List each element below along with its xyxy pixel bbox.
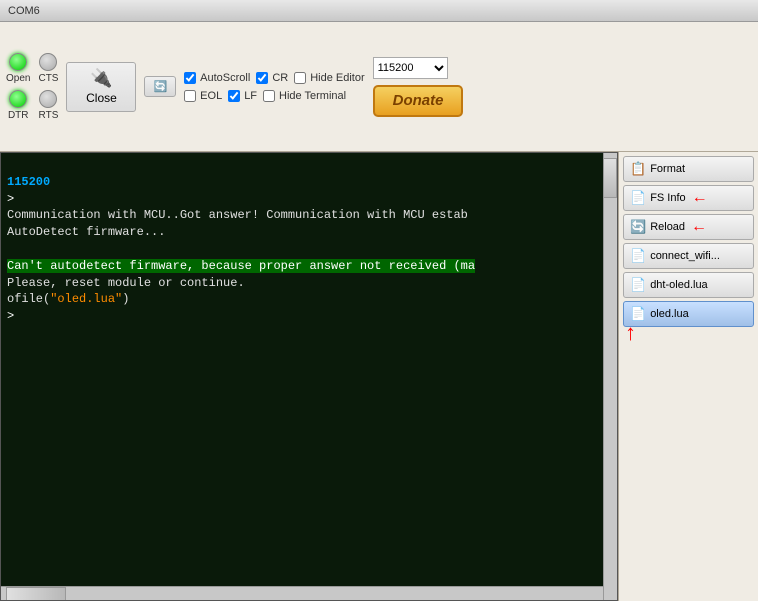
autoscroll-label: AutoScroll (200, 72, 250, 84)
rts-button[interactable]: RTS (38, 90, 58, 121)
cts-label: CTS (38, 73, 58, 84)
terminal-hscrollbar[interactable] (1, 586, 603, 600)
checkbox-row-2: EOL LF Hide Terminal (184, 90, 364, 102)
title-bar: COM6 (0, 0, 758, 22)
autoscroll-checkbox[interactable] (184, 72, 196, 84)
dht-oled-icon: 📄 (630, 277, 646, 293)
connect-wifi-icon: 📄 (630, 248, 646, 264)
hide-terminal-check-row: Hide Terminal (263, 90, 346, 102)
open-button[interactable]: Open (6, 53, 30, 84)
cr-checkbox[interactable] (256, 72, 268, 84)
reload-arrow: ← (691, 218, 707, 236)
close-icon: 🔌 (90, 68, 112, 89)
rts-led (39, 90, 57, 108)
close-button[interactable]: 🔌 Close (66, 62, 136, 112)
hide-terminal-label: Hide Terminal (279, 90, 346, 102)
led-col-2: CTS RTS (38, 53, 58, 121)
hide-terminal-checkbox[interactable] (263, 90, 275, 102)
open-led (9, 53, 27, 71)
hide-editor-checkbox[interactable] (294, 72, 306, 84)
eol-label: EOL (200, 90, 222, 102)
reload-label: Reload (650, 221, 685, 233)
format-label: Format (650, 163, 685, 175)
right-panel: 📋 Format 📄 FS Info ← 🔄 Reload ← 📄 connec… (618, 152, 758, 601)
toolbar: Open DTR CTS RTS 🔌 Close 🔄 AutoScroll (0, 22, 758, 152)
cts-button[interactable]: CTS (38, 53, 58, 84)
autoscroll-check-row: AutoScroll (184, 72, 250, 84)
lf-check-row: LF (228, 90, 257, 102)
open-label: Open (6, 73, 30, 84)
fs-info-button[interactable]: 📄 FS Info ← (623, 185, 754, 211)
dtr-led (9, 90, 27, 108)
oled-lua-arrow: ↑ (625, 320, 636, 346)
fs-info-arrow: ← (692, 189, 708, 207)
connect-wifi-button[interactable]: 📄 connect_wifi... (623, 243, 754, 269)
cts-led (39, 53, 57, 71)
lf-checkbox[interactable] (228, 90, 240, 102)
format-button[interactable]: 📋 Format (623, 156, 754, 182)
eol-check-row: EOL (184, 90, 222, 102)
reload-icon: 🔄 (153, 80, 167, 93)
baud-select[interactable]: 115200 9600 57600 (373, 57, 448, 79)
cr-label: CR (272, 72, 288, 84)
fs-info-icon: 📄 (630, 190, 646, 206)
close-label: Close (86, 91, 117, 105)
rts-label: RTS (39, 110, 59, 121)
baud-donate-col: 115200 9600 57600 Donate (373, 57, 464, 117)
dht-oled-button[interactable]: 📄 dht-oled.lua (623, 272, 754, 298)
title-bar-text: COM6 (8, 5, 40, 17)
dht-oled-label: dht-oled.lua (650, 279, 708, 291)
donate-button[interactable]: Donate (373, 85, 464, 117)
oled-lua-button[interactable]: 📄 oled.lua (623, 301, 754, 327)
hide-editor-label: Hide Editor (310, 72, 364, 84)
checkbox-col: AutoScroll CR Hide Editor EOL LF Hi (184, 72, 364, 102)
terminal-scrollbar[interactable] (603, 153, 617, 600)
led-col-1: Open DTR (6, 53, 30, 121)
reload-icon: 🔄 (630, 219, 646, 235)
main-content: 115200 > Communication with MCU..Got ans… (0, 152, 758, 601)
cr-check-row: CR (256, 72, 288, 84)
eol-checkbox[interactable] (184, 90, 196, 102)
terminal-text: 115200 > Communication with MCU..Got ans… (1, 153, 617, 346)
dtr-label: DTR (8, 110, 29, 121)
reload-small-button[interactable]: 🔄 (144, 76, 176, 97)
terminal-scrollbar-thumb[interactable] (603, 158, 617, 198)
connect-wifi-label: connect_wifi... (650, 250, 720, 262)
terminal-area[interactable]: 115200 > Communication with MCU..Got ans… (0, 152, 618, 601)
reload-button[interactable]: 🔄 Reload ← (623, 214, 754, 240)
oled-lua-label: oled.lua (650, 308, 689, 320)
hide-editor-check-row: Hide Editor (294, 72, 364, 84)
lf-label: LF (244, 90, 257, 102)
fs-info-label: FS Info (650, 192, 685, 204)
dtr-button[interactable]: DTR (6, 90, 30, 121)
checkbox-row-1: AutoScroll CR Hide Editor (184, 72, 364, 84)
format-icon: 📋 (630, 161, 646, 177)
terminal-hscrollbar-thumb[interactable] (6, 587, 66, 601)
